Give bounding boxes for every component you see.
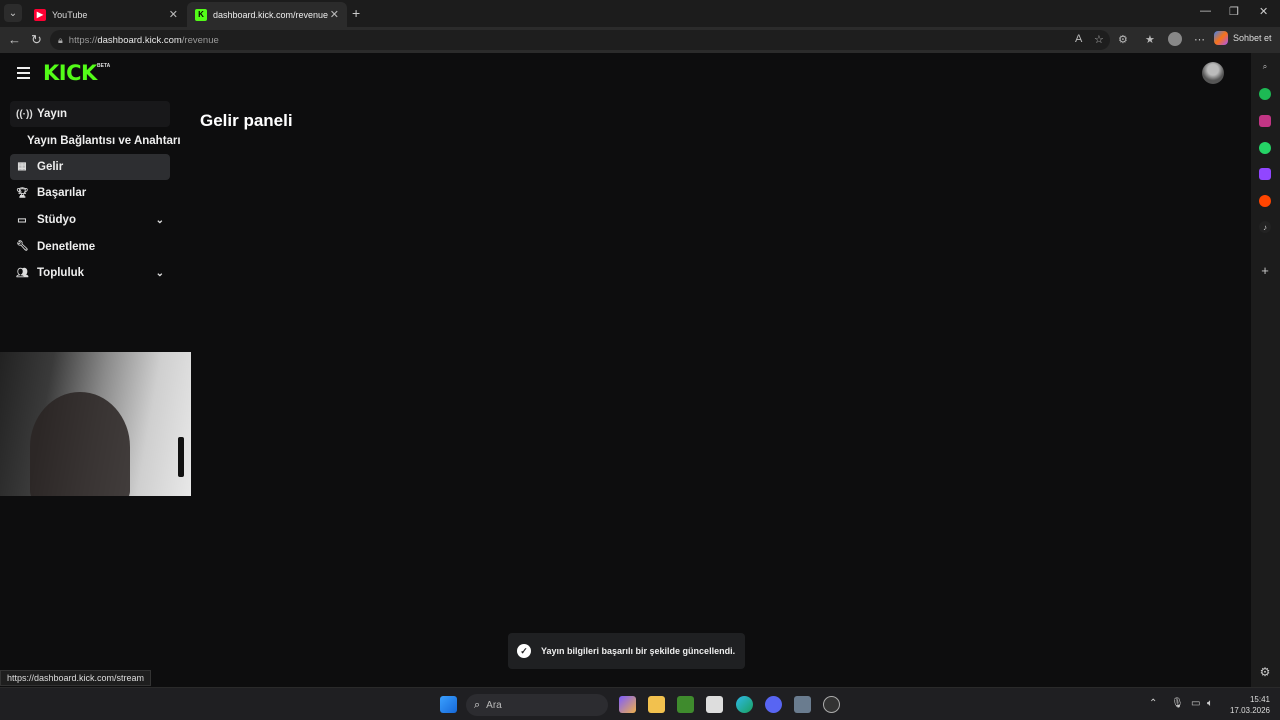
minecraft-icon[interactable] [677,696,694,713]
microphone-icon[interactable]: 🎙︎ [1171,698,1184,709]
edge-sidebar: ⌕ ♪ + ⚙ [1251,53,1280,687]
spotify-icon[interactable] [1259,88,1271,100]
app-icon[interactable] [794,696,811,713]
tab-actions-button[interactable]: ⌄ [4,4,22,22]
hamburger-menu-icon[interactable] [17,67,30,82]
sidebar-item-label: Yayın [37,108,68,120]
sidebar-item-topluluk[interactable]: 👥︎ Topluluk ⌄ [10,260,170,286]
close-icon[interactable]: ✕ [330,8,339,21]
clock-date: 17.03.2026 [1229,706,1270,715]
tab-kick-dashboard[interactable]: K dashboard.kick.com/revenue ✕ [187,2,347,27]
back-button[interactable]: ← [8,32,21,47]
extensions-icon[interactable]: ⚙ [1118,33,1128,46]
windows-taskbar: ⌕ Ara ⌃ 🎙︎ ▭ 🔈︎ 15:41 17.03.2026 [0,687,1280,720]
sidebar-item-label: Stüdyo [37,214,76,227]
taskbar-search[interactable]: ⌕ Ara [466,694,608,716]
chevron-down-icon[interactable]: ⌄ [156,268,164,279]
copilot-icon [1214,31,1228,45]
user-avatar[interactable] [1202,62,1224,84]
reddit-icon[interactable] [1259,195,1271,207]
address-bar[interactable]: 🔒︎ https://dashboard.kick.com/revenue [50,30,1110,50]
favorite-star-icon[interactable]: ☆ [1094,33,1104,46]
windows-start-icon[interactable] [440,696,457,713]
sidebar-item-gelir[interactable]: ▦ Gelir [10,153,170,180]
success-toast: ✓ Yayın bilgileri başarılı bir şekilde g… [508,633,745,669]
sidebar-item-yayin[interactable]: ((·)) Yayın [10,101,170,127]
taskbar-clock[interactable]: 15:41 17.03.2026 [1226,694,1270,716]
sidebar-item-label: Topluluk [37,267,85,280]
close-icon[interactable]: ✕ [169,8,178,21]
copilot-app-icon[interactable] [619,696,636,713]
webcam-person [30,392,130,496]
chart-icon: ▦ [17,161,27,173]
check-circle-icon: ✓ [517,644,531,658]
microphone [178,437,184,477]
clock-time: 15:41 [1249,695,1270,704]
sidebar-item-basarilar[interactable]: 🏆︎ Başarılar [10,180,170,206]
search-placeholder: Ara [486,699,502,711]
restore-button[interactable]: ❐ [1229,5,1239,18]
chevron-up-icon[interactable]: ⌃ [1149,698,1157,709]
link-status-bar: https://dashboard.kick.com/stream [0,670,152,686]
community-icon: 👥︎ [16,267,29,279]
sidebar-item-label: Başarılar [37,187,87,200]
browser-toolbar: ← ↻ 🔒︎ https://dashboard.kick.com/revenu… [0,27,1280,53]
obs-icon[interactable] [823,696,840,713]
kick-dashboard-page: KICK BETA ((·)) Yayın Yayın Bağlantısı v… [0,53,1251,687]
kick-logo[interactable]: KICK [43,61,97,85]
favorites-icon[interactable]: ★ [1145,33,1155,46]
profile-avatar[interactable] [1168,32,1182,46]
settings-gear-icon[interactable]: ⚙ [1259,665,1271,679]
url-scheme: https:// [68,34,98,46]
browser-tab-strip: ⌄ ▶ YouTube ✕ K dashboard.kick.com/reven… [0,0,1280,27]
youtube-icon: ▶ [34,8,46,21]
wrench-icon: 🔧︎ [16,241,29,253]
beta-badge: BETA [97,63,111,69]
network-icon[interactable]: ▭ [1191,698,1200,709]
sidebar-item-studyo[interactable]: ▭ Stüdyo ⌄ [10,207,170,233]
url-path: /revenue [181,34,219,46]
lock-icon: 🔒︎ [58,34,63,45]
tiktok-icon[interactable]: ♪ [1259,221,1271,233]
sidebar-item-label: Gelir [37,160,64,173]
volume-icon[interactable]: 🔈︎ [1207,698,1213,709]
discord-icon[interactable] [765,696,782,713]
sidebar-item-denetleme[interactable]: 🔧︎ Denetleme [10,234,170,260]
store-icon[interactable] [706,696,723,713]
search-icon[interactable]: ⌕ [1259,61,1271,73]
new-tab-button[interactable]: + [352,5,360,21]
instagram-icon[interactable] [1259,115,1271,127]
broadcast-icon: ((·)) [16,108,33,120]
minimize-button[interactable]: — [1200,5,1211,17]
refresh-button[interactable]: ↻ [31,32,42,48]
webcam-overlay [0,352,191,496]
studio-icon: ▭ [17,214,27,226]
chevron-down-icon[interactable]: ⌄ [156,215,164,226]
sidebar-item-label: Denetleme [37,240,96,253]
copilot-label: Sohbet et [1233,33,1272,43]
tab-title: YouTube [52,9,88,20]
url-host: dashboard.kick.com [97,34,182,46]
dashboard-sidebar: ((·)) Yayın Yayın Bağlantısı ve Anahtarı… [10,101,181,287]
close-window-button[interactable]: ✕ [1259,5,1268,18]
whatsapp-icon[interactable] [1259,142,1271,154]
trophy-icon: 🏆︎ [16,187,29,199]
copilot-button[interactable]: Sohbet et [1214,31,1272,45]
twitch-icon[interactable] [1259,168,1271,180]
edge-icon[interactable] [736,696,753,713]
more-menu-icon[interactable]: ⋯ [1194,33,1205,46]
search-icon: ⌕ [474,698,481,711]
toast-message: Yayın bilgileri başarılı bir şekilde gün… [541,646,736,656]
page-title: Gelir paneli [200,111,293,130]
add-icon[interactable]: + [1259,263,1271,278]
read-aloud-icon[interactable]: A [1075,33,1082,45]
sidebar-item-stream-key[interactable]: Yayın Bağlantısı ve Anahtarı [10,128,181,154]
file-explorer-icon[interactable] [648,696,665,713]
tab-youtube[interactable]: ▶ YouTube ✕ [26,2,186,27]
kick-icon: K [195,8,207,21]
tab-title: dashboard.kick.com/revenue [213,9,329,20]
